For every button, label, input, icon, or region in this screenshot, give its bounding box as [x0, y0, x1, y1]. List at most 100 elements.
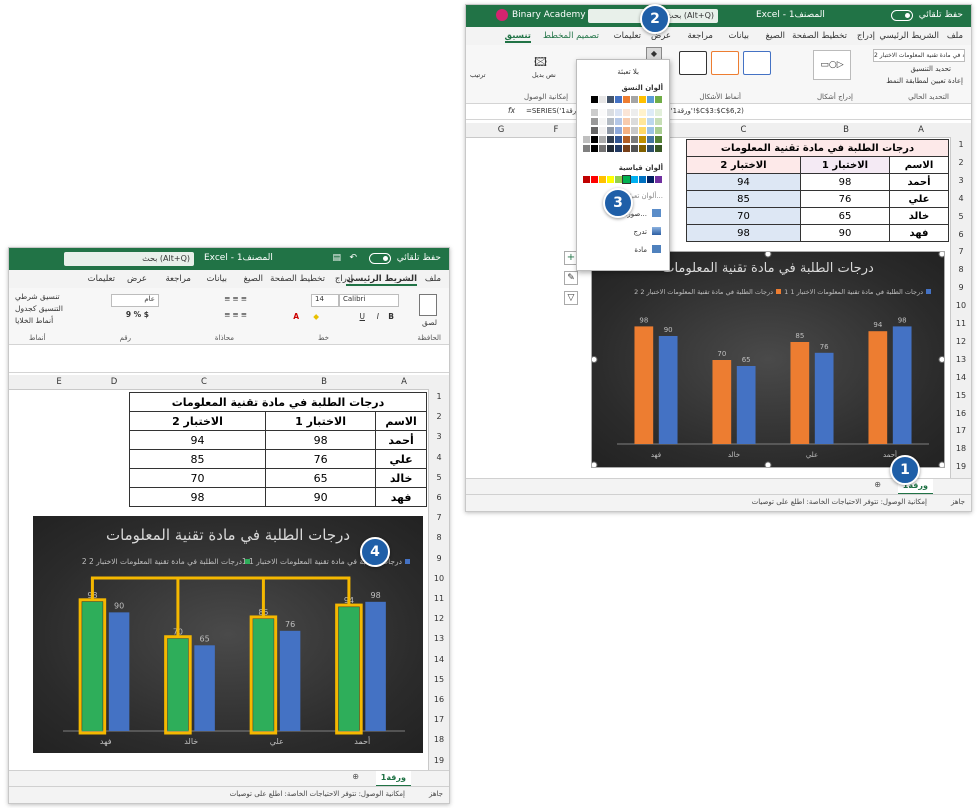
data-label[interactable]: 65: [742, 356, 751, 364]
color-swatch[interactable]: [639, 109, 646, 116]
category-label[interactable]: أحمد: [354, 736, 370, 746]
color-swatch[interactable]: [607, 109, 614, 116]
color-swatch[interactable]: [639, 136, 646, 143]
row-header[interactable]: 18: [429, 735, 449, 744]
row-header[interactable]: 19: [429, 756, 449, 765]
row-header[interactable]: 13: [951, 355, 971, 364]
row-header[interactable]: 16: [429, 695, 449, 704]
row-header[interactable]: 7: [429, 513, 449, 522]
tab-file[interactable]: ملف: [425, 274, 441, 284]
color-swatch[interactable]: [647, 118, 654, 125]
row-header[interactable]: 15: [951, 391, 971, 400]
resize-handle[interactable]: [592, 356, 598, 363]
row-header[interactable]: 12: [429, 614, 449, 623]
resize-handle[interactable]: [764, 252, 772, 258]
tab-chart-design[interactable]: تصميم المخطط: [543, 31, 599, 41]
tab-help[interactable]: تعليمات: [88, 274, 115, 284]
row-header[interactable]: 14: [951, 373, 971, 382]
color-swatch[interactable]: [647, 136, 654, 143]
color-swatch[interactable]: [655, 136, 662, 143]
color-swatch[interactable]: [599, 136, 606, 143]
cell[interactable]: فهد: [889, 224, 949, 242]
color-swatch[interactable]: [639, 96, 646, 103]
standard-color-swatch[interactable]: [631, 176, 638, 183]
row-header[interactable]: 18: [951, 444, 971, 453]
cell[interactable]: 90: [800, 224, 890, 242]
cell[interactable]: 94: [129, 430, 266, 450]
color-swatch[interactable]: [607, 127, 614, 134]
save-icon[interactable]: ▤: [332, 253, 341, 263]
data-label[interactable]: 98: [639, 316, 648, 324]
color-swatch[interactable]: [599, 127, 606, 134]
chart-elements-dropdown[interactable]: سلسلة "درجات الطلبة في مادة تقنية المعلو…: [873, 49, 965, 62]
reset-style-button[interactable]: إعادة تعيين لمطابقة النمط: [886, 77, 963, 85]
bar-2[interactable]: [712, 360, 732, 444]
bar-2[interactable]: [82, 601, 103, 731]
col-header[interactable]: G: [471, 125, 531, 135]
paste-label[interactable]: لصق: [422, 318, 437, 327]
color-swatch[interactable]: [623, 96, 630, 103]
color-swatch[interactable]: [631, 109, 638, 116]
tab-help[interactable]: تعليمات: [614, 31, 641, 41]
data-label[interactable]: 90: [664, 326, 673, 334]
right-formula-bar[interactable]: =SERIES('ورقة1'!$C$2,'ورقة1'!$A$3:$A$6,'…: [466, 105, 971, 120]
row-header[interactable]: 3: [951, 176, 971, 185]
color-swatch[interactable]: [607, 145, 614, 152]
tab-insert[interactable]: إدراج: [857, 31, 875, 41]
tab-format[interactable]: تنسيق: [504, 31, 531, 43]
color-swatch[interactable]: [623, 118, 630, 125]
color-swatch[interactable]: [623, 136, 630, 143]
data-label[interactable]: 70: [717, 350, 726, 358]
legend-entry[interactable]: درجات الطلبة في مادة تقنية المعلومات الا…: [82, 557, 242, 566]
bold-button[interactable]: B: [388, 312, 394, 321]
row-header[interactable]: 1: [429, 392, 449, 401]
legend-swatch[interactable]: [245, 559, 250, 564]
color-swatch[interactable]: [591, 109, 598, 116]
resize-handle[interactable]: [938, 461, 944, 467]
color-swatch[interactable]: [583, 109, 590, 116]
color-swatch[interactable]: [623, 127, 630, 134]
standard-color-swatch[interactable]: [599, 176, 606, 183]
bar-1[interactable]: [279, 630, 301, 731]
color-swatch[interactable]: [583, 96, 590, 103]
resize-handle[interactable]: [938, 252, 944, 258]
cell-styles-button[interactable]: أنماط الخلايا: [15, 316, 53, 325]
fill-color-icon[interactable]: ◆: [313, 312, 319, 321]
table-title[interactable]: درجات الطلبة في مادة تقنية المعلومات: [129, 392, 427, 412]
color-swatch[interactable]: [615, 145, 622, 152]
shape-style-1[interactable]: [743, 51, 771, 75]
header-test1[interactable]: الاختبار 1: [800, 156, 890, 174]
standard-color-swatch[interactable]: [591, 176, 598, 183]
chart-styles-button[interactable]: ✎: [564, 271, 578, 285]
row-header[interactable]: 12: [951, 337, 971, 346]
tab-data[interactable]: بيانات: [729, 31, 749, 41]
tab-page-layout[interactable]: تخطيط الصفحة: [270, 274, 325, 284]
color-swatch[interactable]: [583, 118, 590, 125]
color-swatch[interactable]: [655, 109, 662, 116]
color-swatch[interactable]: [631, 145, 638, 152]
color-swatch[interactable]: [647, 145, 654, 152]
bar-2[interactable]: [790, 342, 810, 444]
standard-color-swatch[interactable]: [647, 176, 654, 183]
data-label[interactable]: 76: [285, 620, 295, 629]
row-header[interactable]: 4: [951, 194, 971, 203]
data-label[interactable]: 94: [873, 321, 882, 329]
row-header[interactable]: 11: [951, 319, 971, 328]
bar-1[interactable]: [814, 352, 834, 444]
standard-color-swatch[interactable]: [607, 176, 614, 183]
chart-title[interactable]: درجات الطلبة في مادة تقنية المعلومات: [106, 526, 350, 545]
cell[interactable]: 98: [800, 173, 890, 191]
cell[interactable]: 85: [686, 190, 801, 208]
col-header[interactable]: C: [139, 377, 269, 387]
color-swatch[interactable]: [639, 145, 646, 152]
row-header[interactable]: 17: [429, 715, 449, 724]
color-swatch[interactable]: [583, 145, 590, 152]
tab-data[interactable]: بيانات: [207, 274, 227, 284]
cell[interactable]: علي: [375, 449, 427, 469]
cell[interactable]: 76: [800, 190, 890, 208]
data-label[interactable]: 90: [114, 601, 124, 610]
cell[interactable]: 65: [264, 468, 377, 488]
col-header[interactable]: C: [686, 125, 801, 135]
font-name-box[interactable]: Calibri: [339, 294, 399, 307]
standard-color-swatch[interactable]: [655, 176, 662, 183]
